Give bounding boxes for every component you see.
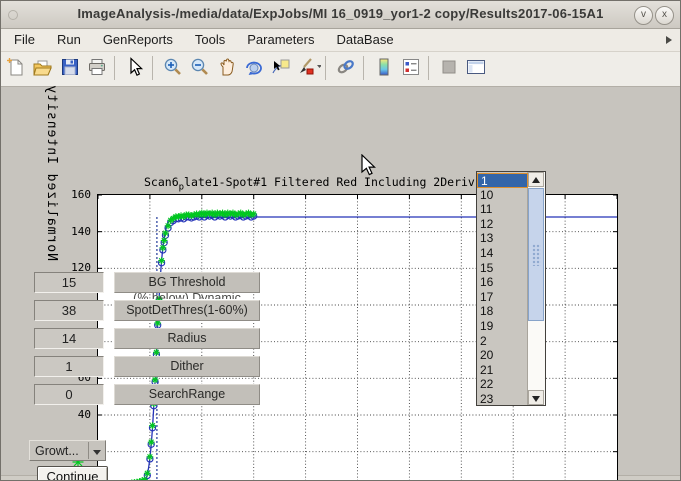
insert-colorbar-icon [374,57,394,77]
toolbar-separator [363,56,364,80]
y-tick-label: 140 [55,225,91,238]
y-tick-label: 40 [55,408,91,421]
shade-button[interactable]: v [634,6,653,25]
hide-plot-tools-button[interactable] [436,55,461,81]
toolbar [1,52,680,87]
toolbar-separator [428,56,429,80]
listbox-item-19[interactable]: 19 [477,319,528,334]
edit-arrow-button[interactable] [122,55,147,81]
scroll-down-button[interactable] [528,390,544,405]
zoom-out-button[interactable] [187,55,212,81]
listbox-item-16[interactable]: 16 [477,275,528,290]
hide-plot-tools-icon [439,57,459,77]
show-plot-tools-icon [465,57,487,77]
param-button-bg-threshold[interactable]: BG Threshold [114,272,260,293]
link-plot-button[interactable] [333,55,358,81]
show-plot-tools-button[interactable] [463,55,488,81]
param-button-radius[interactable]: Radius [114,328,260,349]
dropdown-scrollbar[interactable] [527,172,545,405]
toolbar-separator [152,56,153,80]
growth-dropdown-button[interactable]: Growt... [29,440,106,461]
insert-legend-icon [401,57,421,77]
save-figure-button[interactable] [57,55,82,81]
menu-item-tools[interactable]: Tools [184,29,236,51]
listbox-item-10[interactable]: 10 [477,188,528,203]
print-figure-button[interactable] [84,55,109,81]
new-figure-button[interactable] [3,55,28,81]
figure-canvas: Scan6plate1-Spot#1 Filtered Red Includin… [1,87,680,476]
menu-item-genreports[interactable]: GenReports [92,29,184,51]
listbox-item-11[interactable]: 11 [477,202,528,217]
save-figure-icon [60,57,80,77]
spot-number-listbox[interactable]: 110111213141516171819220212223 [476,171,546,406]
mouse-cursor [361,154,378,182]
data-cursor-button[interactable] [268,55,293,81]
listbox-item-15[interactable]: 15 [477,261,528,276]
edit-arrow-icon [126,57,144,77]
scroll-up-button[interactable] [528,172,544,187]
listbox-item-1[interactable]: 1 [477,173,528,188]
close-button[interactable]: x [655,6,674,25]
app-window: ImageAnalysis-/media/data/ExpJobs/MI 16_… [0,0,681,481]
growth-dropdown-label: Growt... [30,444,88,458]
zoom-in-icon [163,57,183,77]
insert-legend-button[interactable] [398,55,423,81]
edit-field-bg-threshold[interactable]: 15 [34,272,104,293]
pan-hand-button[interactable] [214,55,239,81]
listbox-item-20[interactable]: 20 [477,348,528,363]
menu-overflow-icon[interactable] [666,36,672,44]
edit-field-spotdetthres-1-60-[interactable]: 38 [34,300,104,321]
listbox-item-12[interactable]: 12 [477,217,528,232]
zoom-in-button[interactable] [160,55,185,81]
listbox-item-18[interactable]: 18 [477,304,528,319]
listbox-item-22[interactable]: 22 [477,377,528,392]
listbox-item-2[interactable]: 2 [477,334,528,349]
menu-item-file[interactable]: File [1,29,46,51]
triangle-up-icon [532,177,540,183]
y-tick-label: 160 [55,188,91,201]
param-button-spotdetthres-1-60-[interactable]: SpotDetThres(1-60%) [114,300,260,321]
triangle-down-icon [532,396,540,402]
edit-field-dither[interactable]: 1 [34,356,104,377]
print-figure-icon [87,57,107,77]
zoom-out-icon [190,57,210,77]
toolbar-separator [325,56,326,80]
param-button-searchrange[interactable]: SearchRange [114,384,260,405]
listbox-item-21[interactable]: 21 [477,363,528,378]
window-title: ImageAnalysis-/media/data/ExpJobs/MI 16_… [1,6,680,21]
pan-hand-icon [217,57,237,77]
edit-field-searchrange[interactable]: 0 [34,384,104,405]
insert-colorbar-button[interactable] [371,55,396,81]
new-figure-icon [6,57,26,77]
edit-field-radius[interactable]: 14 [34,328,104,349]
rotate-3d-button[interactable] [241,55,266,81]
open-file-icon [32,57,53,77]
titlebar[interactable]: ImageAnalysis-/media/data/ExpJobs/MI 16_… [1,1,680,29]
rotate-3d-icon [244,57,264,77]
brush-data-icon [295,57,321,77]
listbox-item-13[interactable]: 13 [477,231,528,246]
listbox-item-23[interactable]: 23 [477,392,528,406]
menu-item-database[interactable]: DataBase [325,29,404,51]
menu-item-run[interactable]: Run [46,29,92,51]
param-button-dither[interactable]: Dither [114,356,260,377]
listbox-item-14[interactable]: 14 [477,246,528,261]
toolbar-separator [114,56,115,80]
data-cursor-icon [271,57,291,77]
continue-button[interactable]: Continue [37,466,108,481]
scrollbar-thumb[interactable] [528,188,544,321]
brush-data-button[interactable] [295,55,320,81]
menu-item-parameters[interactable]: Parameters [236,29,325,51]
chevron-down-icon [89,444,105,458]
listbox-item-17[interactable]: 17 [477,290,528,305]
plot-title: Scan6plate1-Spot#1 Filtered Red Includin… [144,175,503,192]
menubar: FileRunGenReportsToolsParametersDataBase [1,29,680,52]
link-plot-icon [335,57,357,77]
open-file-button[interactable] [30,55,55,81]
